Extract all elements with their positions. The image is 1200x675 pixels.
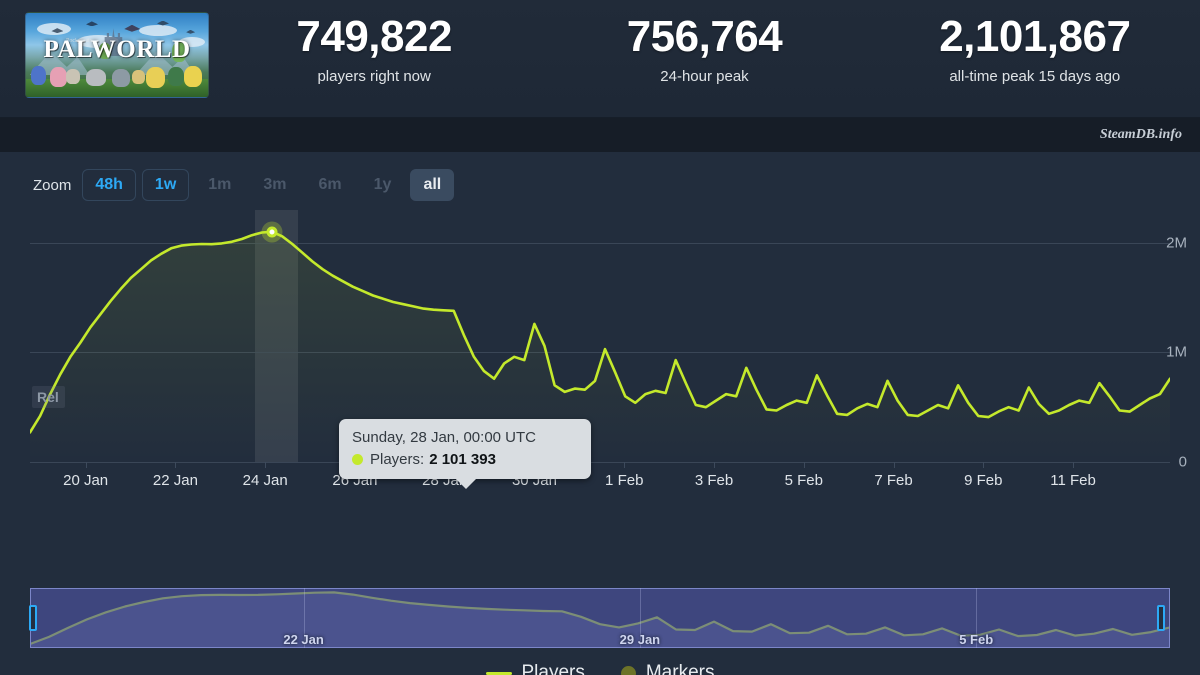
range-button-6m: 6m: [306, 169, 355, 201]
range-button-3m: 3m: [250, 169, 299, 201]
navigator-xlabel-2: 29 Jan: [619, 632, 661, 647]
stat-all-time-peak: 2,101,867 all-time peak 15 days ago: [870, 6, 1200, 86]
creature-shape: [131, 69, 145, 84]
tooltip-date: Sunday, 28 Jan, 00:00 UTC: [352, 429, 536, 446]
series-area-fill: [30, 231, 1170, 462]
flying-creature-icon: [186, 29, 196, 34]
x-axis-tick: [1073, 462, 1075, 468]
stat-24-hour-peak: 756,764 24-hour peak: [539, 6, 869, 86]
creature-shape: [167, 67, 184, 87]
tooltip-series-name: Players:: [370, 451, 425, 468]
tooltip-series-value: 2 101 393: [429, 451, 496, 468]
navigator-handle-left[interactable]: [29, 605, 38, 631]
tooltip-series-row: Players: 2 101 393: [352, 451, 578, 468]
x-axis: 20 Jan 22 Jan 24 Jan 26 Jan 28 Jan 30 Jan 1 Fe…: [0, 462, 1200, 502]
x-axis-tick: [265, 462, 267, 468]
legend-item-markers[interactable]: Markers: [620, 662, 715, 675]
legend-label: Players: [521, 662, 585, 675]
x-axis-label: 20 Jan: [63, 472, 109, 489]
creature-shape: [86, 69, 107, 87]
x-axis-label: 1 Feb: [605, 472, 644, 489]
range-button-all[interactable]: all: [410, 169, 455, 201]
x-axis-tick: [803, 462, 805, 468]
creature-shape: [184, 65, 203, 87]
x-axis-label: 11 Feb: [1050, 472, 1096, 489]
navigator-outline: [30, 588, 1170, 648]
x-axis-label: 5 Feb: [784, 472, 823, 489]
range-button-1m: 1m: [195, 169, 244, 201]
game-thumbnail-wrapper[interactable]: Pocketpair PALWORLD: [25, 12, 209, 98]
legend-dot-icon: [620, 665, 636, 675]
flying-creature-icon: [86, 21, 99, 27]
creature-shape: [111, 68, 130, 87]
x-axis-tick: [85, 462, 87, 468]
range-selector: Zoom 48h 1w 1m 3m 6m 1y all: [33, 169, 460, 201]
tooltip-series-dot-icon: [352, 454, 363, 465]
legend-label: Markers: [645, 662, 715, 675]
stat-value: 749,822: [296, 12, 452, 61]
range-selector-label: Zoom: [33, 176, 72, 194]
range-button-1w[interactable]: 1w: [141, 169, 190, 201]
range-button-48h[interactable]: 48h: [82, 169, 136, 201]
game-title-art: PALWORLD: [43, 35, 191, 63]
stats-row: 749,822 players right now 756,764 24-hou…: [209, 6, 1200, 86]
creature-shape: [49, 66, 67, 87]
creature-shape: [66, 69, 81, 85]
x-axis-tick: [175, 462, 177, 468]
stat-value: 756,764: [626, 12, 783, 61]
stat-value: 2,101,867: [939, 12, 1131, 61]
stat-label: 24-hour peak: [660, 68, 749, 85]
navigator-xlabel-1: 22 Jan: [283, 632, 324, 647]
release-marker-flag[interactable]: Rel: [32, 386, 65, 409]
stat-label: all-time peak 15 days ago: [949, 68, 1121, 85]
chart-panel: Zoom 48h 1w 1m 3m 6m 1y all 2M 1M 0 Rel …: [0, 152, 1200, 675]
x-axis-label: 3 Feb: [694, 472, 734, 489]
steamdb-player-chart-page: Pocketpair PALWORLD 749,822 players righ…: [0, 0, 1200, 675]
palworld-capsule-art[interactable]: Pocketpair PALWORLD: [25, 12, 209, 98]
navigator-xlabel-3: 5 Feb: [959, 632, 994, 647]
legend-item-players[interactable]: Players: [485, 662, 585, 675]
x-axis-tick: [624, 462, 626, 468]
legend-line-icon: [485, 671, 512, 675]
series-plot-area: [30, 210, 1170, 462]
stat-label: players right now: [317, 68, 431, 85]
players-series-svg: [30, 230, 1170, 462]
creature-shape: [31, 66, 47, 86]
tooltip-pointer: [455, 478, 477, 489]
flying-creature-icon: [124, 24, 141, 32]
watermark-bar: SteamDB.info: [0, 118, 1200, 152]
chart-legend: Players Markers: [0, 662, 1200, 675]
chart-tooltip: Sunday, 28 Jan, 00:00 UTC Players: 2 101…: [339, 419, 591, 479]
cloud-shape: [36, 23, 71, 36]
plot-region: 2M 1M 0 Rel Sunday, 28 Jan, 00:00 UTC Pl…: [0, 210, 1200, 675]
x-axis-label: 24 Jan: [242, 472, 288, 489]
x-axis-label: 9 Feb: [964, 472, 1003, 489]
page-header: Pocketpair PALWORLD 749,822 players righ…: [0, 0, 1200, 118]
hovered-data-point: [266, 226, 278, 238]
x-axis-label: 22 Jan: [152, 472, 198, 489]
x-axis-label: 7 Feb: [874, 472, 913, 489]
steamdb-watermark: SteamDB.info: [1099, 127, 1182, 142]
chart-navigator[interactable]: 22 Jan 29 Jan 5 Feb: [29, 588, 1170, 648]
navigator-handle-right[interactable]: [1156, 605, 1165, 631]
creature-shape: [146, 66, 166, 88]
x-axis-tick: [714, 462, 715, 468]
x-axis-tick: [983, 462, 985, 468]
range-button-1y: 1y: [361, 169, 405, 201]
x-axis-tick: [893, 462, 895, 468]
stat-players-right-now: 749,822 players right now: [209, 6, 539, 86]
cloud-shape: [138, 24, 177, 36]
